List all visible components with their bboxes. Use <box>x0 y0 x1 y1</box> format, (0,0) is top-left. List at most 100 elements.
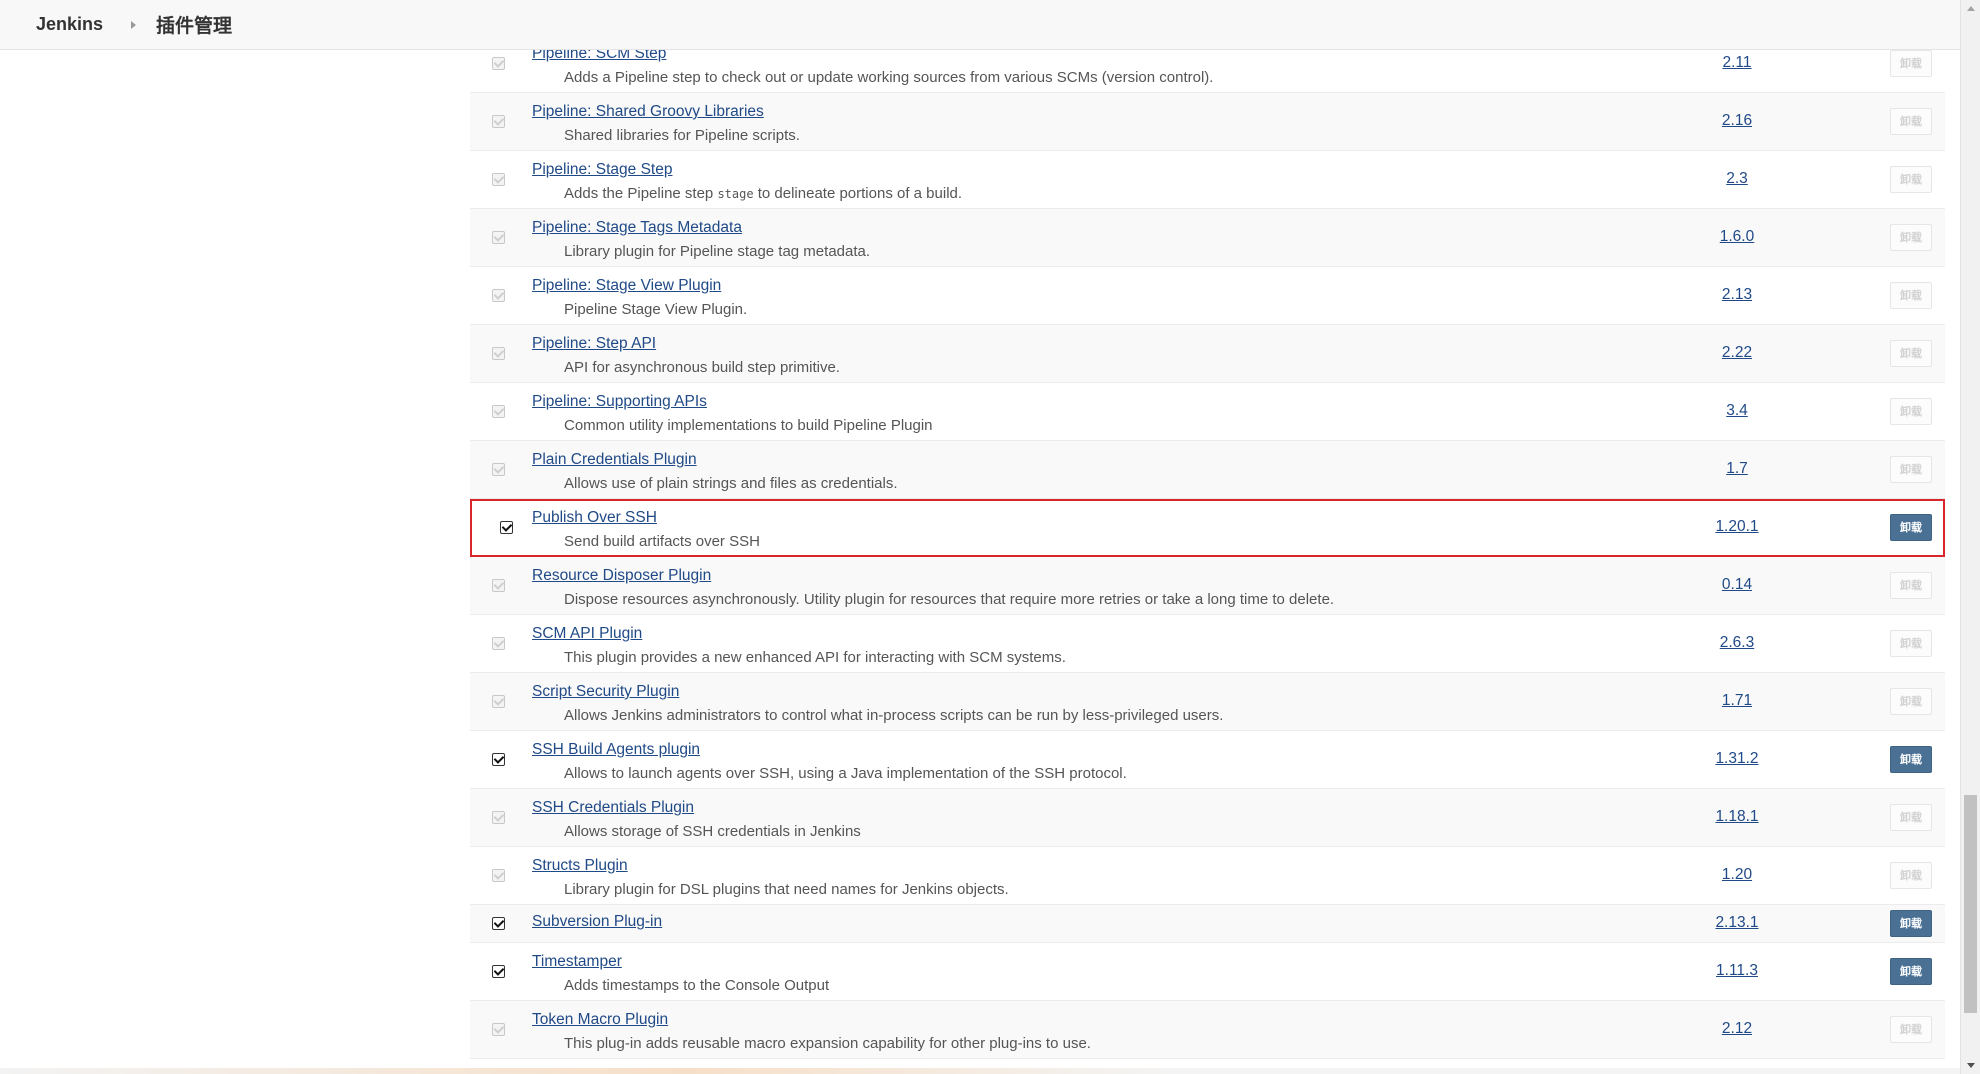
plugin-version-link[interactable]: 0.14 <box>1670 576 1804 594</box>
uninstall-button: 卸载 <box>1890 687 1932 715</box>
top-header: Jenkins 插件管理 <box>0 0 1960 50</box>
uninstall-button: 卸载 <box>1890 50 1932 77</box>
jenkins-home-link[interactable]: Jenkins <box>36 14 103 35</box>
plugin-enabled-checkbox <box>492 56 505 70</box>
plugin-description-text: Adds the Pipeline step <box>564 185 718 202</box>
plugin-enabled-checkbox <box>492 810 505 824</box>
plugin-name-link[interactable]: Pipeline: Step API <box>532 335 656 353</box>
plugin-description: Allows to launch agents over SSH, using … <box>564 765 1127 782</box>
uninstall-button: 卸载 <box>1890 223 1932 251</box>
plugin-version-link[interactable]: 2.22 <box>1670 344 1804 362</box>
plugin-description: Adds the Pipeline step stage to delineat… <box>564 185 962 202</box>
plugin-enabled-checkbox[interactable] <box>500 520 513 534</box>
uninstall-button[interactable]: 卸载 <box>1890 513 1932 541</box>
scrollbar-thumb[interactable] <box>1964 795 1977 1013</box>
plugin-description-code: stage <box>717 187 754 201</box>
plugin-row: SSH Credentials Plugin Allows storage of … <box>470 789 1945 847</box>
plugin-version-link[interactable]: 2.6.3 <box>1670 634 1804 652</box>
plugin-enabled-checkbox[interactable] <box>492 752 505 766</box>
plugin-version-link[interactable]: 2.16 <box>1670 112 1804 130</box>
plugin-version-link[interactable]: 1.71 <box>1670 692 1804 710</box>
plugin-enabled-checkbox <box>492 462 505 476</box>
plugin-version-link[interactable]: 1.11.3 <box>1670 962 1804 980</box>
plugin-name-link[interactable]: Token Macro Plugin <box>532 1011 668 1029</box>
uninstall-button[interactable]: 卸载 <box>1890 909 1932 937</box>
plugin-description: This plugin provides a new enhanced API … <box>564 649 1066 666</box>
plugin-name-link[interactable]: Subversion Plug-in <box>532 913 662 931</box>
plugin-name-link[interactable]: Resource Disposer Plugin <box>532 567 711 585</box>
plugin-row: Pipeline: Shared Groovy Libraries Shared … <box>470 93 1945 151</box>
plugin-description: Library plugin for Pipeline stage tag me… <box>564 243 871 260</box>
plugin-name-link[interactable]: Publish Over SSH <box>532 509 657 527</box>
plugin-description: This plug-in adds reusable macro expansi… <box>564 1035 1091 1052</box>
uninstall-button: 卸载 <box>1890 397 1932 425</box>
plugin-description: Shared libraries for Pipeline scripts. <box>564 127 800 144</box>
plugin-row: Subversion Plug-in 2.13.1 卸载 <box>470 905 1945 943</box>
uninstall-button: 卸载 <box>1890 1015 1932 1043</box>
plugin-enabled-checkbox <box>492 404 505 418</box>
plugin-row: Script Security Plugin Allows Jenkins adm… <box>470 673 1945 731</box>
plugin-description: Allows Jenkins administrators to control… <box>564 707 1224 724</box>
plugin-version-link[interactable]: 1.18.1 <box>1670 808 1804 826</box>
plugin-enabled-checkbox <box>492 172 505 186</box>
plugin-row: SCM API Plugin This plugin provides a new… <box>470 615 1945 673</box>
plugin-name-link[interactable]: Script Security Plugin <box>532 683 679 701</box>
plugin-name-link[interactable]: Pipeline: Stage Step <box>532 161 672 179</box>
plugin-row: Token Macro Plugin This plug-in adds reus… <box>470 1001 1945 1059</box>
uninstall-button[interactable]: 卸载 <box>1890 745 1932 773</box>
plugin-description: Dispose resources asynchronously. Utilit… <box>564 591 1335 608</box>
plugin-row: Pipeline: Stage View Plugin Pipeline Stag… <box>470 267 1945 325</box>
plugin-description-text: to delineate portions of a build. <box>753 185 963 202</box>
plugin-version-link[interactable]: 1.31.2 <box>1670 750 1804 768</box>
chevron-right-icon <box>131 20 137 29</box>
plugin-version-link[interactable]: 3.4 <box>1670 402 1804 420</box>
plugin-name-link[interactable]: Pipeline: Shared Groovy Libraries <box>532 103 764 121</box>
uninstall-button: 卸载 <box>1890 571 1932 599</box>
plugin-version-link[interactable]: 1.20 <box>1670 866 1804 884</box>
uninstall-button: 卸载 <box>1890 861 1932 889</box>
plugin-version-link[interactable]: 2.13.1 <box>1670 914 1804 932</box>
plugin-name-link[interactable]: Timestamper <box>532 953 622 971</box>
plugin-name-link[interactable]: SCM API Plugin <box>532 625 642 643</box>
plugin-name-link[interactable]: Pipeline: Supporting APIs <box>532 393 707 411</box>
plugin-enabled-checkbox <box>492 868 505 882</box>
plugin-row: SSH Build Agents plugin Allows to launch … <box>470 731 1945 789</box>
plugin-name-link[interactable]: Pipeline: Stage Tags Metadata <box>532 219 742 237</box>
plugin-enabled-checkbox <box>492 346 505 360</box>
plugin-version-link[interactable]: 2.3 <box>1670 170 1804 188</box>
plugin-row: Structs Plugin Library plugin for DSL plu… <box>470 847 1945 905</box>
uninstall-button: 卸载 <box>1890 281 1932 309</box>
plugin-version-link[interactable]: 2.11 <box>1670 54 1804 72</box>
plugin-row: Pipeline: Step API API for asynchronous b… <box>470 325 1945 383</box>
plugin-name-link[interactable]: SSH Build Agents plugin <box>532 741 700 759</box>
plugin-description: Adds timestamps to the Console Output <box>564 977 830 994</box>
plugin-name-link[interactable]: Pipeline: Stage View Plugin <box>532 277 721 295</box>
bottom-edge <box>0 1068 1960 1074</box>
plugin-row: Pipeline: SCM Step Adds a Pipeline step t… <box>470 50 1945 93</box>
plugin-name-link[interactable]: SSH Credentials Plugin <box>532 799 694 817</box>
plugin-version-link[interactable]: 1.6.0 <box>1670 228 1804 246</box>
uninstall-button: 卸载 <box>1890 107 1932 135</box>
uninstall-button: 卸载 <box>1890 803 1932 831</box>
scroll-up-icon[interactable] <box>1967 6 1975 11</box>
plugin-version-link[interactable]: 2.12 <box>1670 1020 1804 1038</box>
plugin-description: Allows use of plain strings and files as… <box>564 475 898 492</box>
plugin-name-link[interactable]: Plain Credentials Plugin <box>532 451 697 469</box>
plugin-version-link[interactable]: 1.7 <box>1670 460 1804 478</box>
uninstall-button[interactable]: 卸载 <box>1890 957 1932 985</box>
plugin-version-link[interactable]: 2.13 <box>1670 286 1804 304</box>
plugin-enabled-checkbox[interactable] <box>492 964 505 978</box>
uninstall-button: 卸载 <box>1890 339 1932 367</box>
plugin-enabled-checkbox <box>492 636 505 650</box>
plugin-name-link[interactable]: Pipeline: SCM Step <box>532 50 666 63</box>
plugin-row: Publish Over SSH Send build artifacts ove… <box>470 499 1945 557</box>
plugin-enabled-checkbox[interactable] <box>492 916 505 930</box>
plugin-row: Timestamper Adds timestamps to the Consol… <box>470 943 1945 1001</box>
breadcrumb-plugin-manager[interactable]: 插件管理 <box>156 11 232 38</box>
vertical-scrollbar[interactable] <box>1960 0 1980 1074</box>
plugin-enabled-checkbox <box>492 578 505 592</box>
scroll-down-icon[interactable] <box>1967 1063 1975 1068</box>
plugin-version-link[interactable]: 1.20.1 <box>1670 518 1804 536</box>
plugin-name-link[interactable]: Structs Plugin <box>532 857 628 875</box>
plugin-description: Send build artifacts over SSH <box>564 533 760 550</box>
